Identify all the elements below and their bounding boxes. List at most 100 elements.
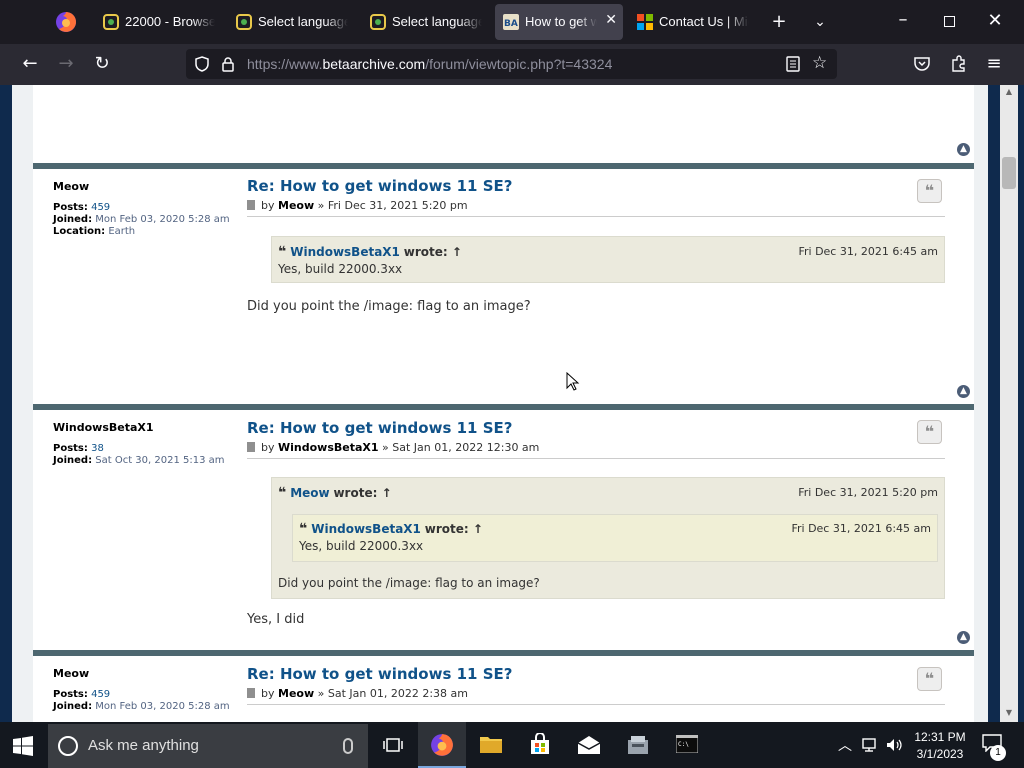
new-tab-plus-icon[interactable]: + — [769, 12, 789, 32]
reload-icon[interactable]: ↻ — [92, 54, 112, 74]
meta-author[interactable]: Meow — [278, 199, 314, 212]
taskbar-store-icon[interactable] — [516, 722, 564, 768]
posts-label: Posts: — [53, 443, 88, 454]
close-window-icon[interactable]: ✕ — [985, 11, 1005, 31]
firefox-view-icon[interactable] — [55, 11, 77, 33]
joined-label: Joined: — [53, 214, 93, 225]
back-to-top-icon[interactable]: ▲ — [957, 631, 970, 644]
scrollbar-thumb[interactable] — [1002, 157, 1016, 189]
quote-author[interactable]: Meow — [290, 486, 329, 500]
url-bar[interactable]: https://www.betaarchive.com/forum/viewto… — [186, 49, 837, 79]
quote-button-icon[interactable]: ❝ — [917, 420, 942, 444]
taskbar-app-icon[interactable] — [614, 722, 662, 768]
uupdump-icon — [103, 14, 119, 30]
show-hidden-icons-chevron-icon[interactable]: ︿ — [838, 735, 852, 755]
taskbar-firefox-icon[interactable] — [418, 722, 466, 768]
url-text[interactable]: https://www.betaarchive.com/forum/viewto… — [247, 56, 612, 72]
minimize-icon[interactable]: – — [893, 10, 913, 30]
tab-select-language-1[interactable]: Select language f — [228, 4, 356, 40]
cortana-circle-icon — [58, 736, 78, 756]
extensions-puzzle-icon[interactable] — [950, 55, 967, 72]
back-arrow-icon[interactable]: ← — [20, 54, 40, 74]
post-meow-1: Meow Posts: 459 Joined: Mon Feb 03, 2020… — [33, 169, 974, 404]
quote-icon: ❝ — [278, 485, 287, 501]
pocket-icon[interactable] — [914, 56, 930, 72]
post-author[interactable]: Meow — [53, 180, 89, 193]
tab-how-to-get-windows[interactable]: BA How to get wi ✕ — [495, 4, 623, 40]
volume-icon[interactable] — [886, 738, 904, 752]
joined-value: Mon Feb 03, 2020 5:28 am — [95, 701, 230, 712]
quote-button-icon[interactable]: ❝ — [917, 667, 942, 691]
bookmark-star-icon[interactable]: ☆ — [812, 53, 827, 73]
quote-button-icon[interactable]: ❝ — [917, 179, 942, 203]
post-title[interactable]: Re: How to get windows 11 SE? — [247, 665, 512, 683]
taskbar-file-explorer-icon[interactable] — [467, 722, 515, 768]
uupdump-icon — [236, 14, 252, 30]
posts-count[interactable]: 38 — [91, 443, 104, 454]
location-label: Location: — [53, 226, 106, 237]
meta-author[interactable]: WindowsBetaX1 — [278, 441, 379, 454]
quote-author[interactable]: WindowsBetaX1 — [311, 522, 421, 536]
close-tab-icon[interactable]: ✕ — [605, 12, 617, 28]
task-view-icon[interactable] — [369, 722, 417, 768]
quote-wrote[interactable]: wrote: ↑ — [425, 522, 483, 536]
quote-date: Fri Dec 31, 2021 6:45 am — [791, 522, 931, 535]
back-to-top-icon[interactable]: ▲ — [957, 143, 970, 156]
posts-count[interactable]: 459 — [91, 689, 110, 700]
tab-22000[interactable]: 22000 - Browse lo — [95, 4, 223, 40]
cortana-search-box[interactable]: Ask me anything — [48, 724, 368, 768]
microphone-icon[interactable] — [343, 738, 353, 754]
quote-icon: ❝ — [278, 244, 287, 260]
post-author[interactable]: Meow — [53, 667, 89, 680]
tab-label: How to get wi — [525, 14, 597, 29]
post-meta: by Meow » Sat Jan 01, 2022 2:38 am — [247, 687, 468, 700]
quote-wrote[interactable]: wrote: ↑ — [333, 486, 391, 500]
post-permalink-icon[interactable] — [247, 442, 255, 452]
post-author[interactable]: WindowsBetaX1 — [53, 421, 154, 434]
list-all-tabs-chevron-icon[interactable]: ⌄ — [810, 12, 830, 32]
scroll-down-arrow-icon[interactable]: ▼ — [1002, 708, 1016, 720]
clock-time[interactable]: 12:31 PM — [910, 730, 970, 744]
meta-author[interactable]: Meow — [278, 687, 314, 700]
scroll-up-arrow-icon[interactable]: ▲ — [1002, 87, 1016, 99]
tab-select-language-2[interactable]: Select language f — [362, 4, 490, 40]
back-to-top-icon[interactable]: ▲ — [957, 385, 970, 398]
clock-date[interactable]: 3/1/2023 — [910, 747, 970, 761]
joined-value: Mon Feb 03, 2020 5:28 am — [95, 214, 230, 225]
joined-label: Joined: — [53, 455, 93, 466]
author-profile: Posts: 459 Joined: Mon Feb 03, 2020 5:28… — [53, 202, 243, 238]
forward-arrow-icon[interactable]: → — [56, 54, 76, 74]
post-windowsbetax1: WindowsBetaX1 Posts: 38 Joined: Sat Oct … — [33, 410, 974, 650]
microsoft-icon — [637, 14, 653, 30]
quote-wrote[interactable]: wrote: ↑ — [404, 245, 462, 259]
quote-author[interactable]: WindowsBetaX1 — [290, 245, 400, 259]
windows-taskbar: Ask me anything C:\ ︿ 12:31 PM 3/1/2023 … — [0, 722, 1024, 768]
notification-count-badge: 1 — [990, 745, 1006, 761]
network-icon[interactable] — [862, 738, 880, 752]
maximize-icon[interactable] — [939, 12, 959, 32]
quote-text: Did you point the /image: flag to an ima… — [278, 576, 540, 590]
by-label: by — [261, 441, 275, 454]
quote-date: Fri Dec 31, 2021 5:20 pm — [798, 486, 938, 499]
windows-start-icon[interactable] — [13, 736, 33, 756]
tracking-protection-shield-icon[interactable] — [194, 56, 210, 72]
reader-view-icon[interactable] — [786, 56, 800, 72]
previous-post-remnant — [33, 85, 974, 163]
taskbar-mail-icon[interactable] — [565, 722, 613, 768]
uupdump-icon — [370, 14, 386, 30]
post-meow-2: Meow Posts: 459 Joined: Mon Feb 03, 2020… — [33, 656, 974, 722]
post-permalink-icon[interactable] — [247, 200, 255, 210]
post-title[interactable]: Re: How to get windows 11 SE? — [247, 419, 512, 437]
post-date: » Sat Jan 01, 2022 12:30 am — [382, 441, 540, 454]
tab-contact-us[interactable]: Contact Us | Micr — [629, 4, 757, 40]
url-domain: betaarchive.com — [322, 56, 426, 72]
quote-block: ❝ Meow wrote: ↑ Fri Dec 31, 2021 5:20 pm … — [271, 477, 945, 599]
taskbar-terminal-icon[interactable]: C:\ — [663, 722, 711, 768]
hamburger-menu-icon[interactable]: ≡ — [984, 54, 1004, 74]
posts-count[interactable]: 459 — [91, 202, 110, 213]
joined-value: Sat Oct 30, 2021 5:13 am — [95, 455, 225, 466]
lock-icon[interactable] — [221, 56, 235, 72]
tab-label: Select language f — [392, 14, 482, 29]
post-permalink-icon[interactable] — [247, 688, 255, 698]
post-title[interactable]: Re: How to get windows 11 SE? — [247, 177, 512, 195]
